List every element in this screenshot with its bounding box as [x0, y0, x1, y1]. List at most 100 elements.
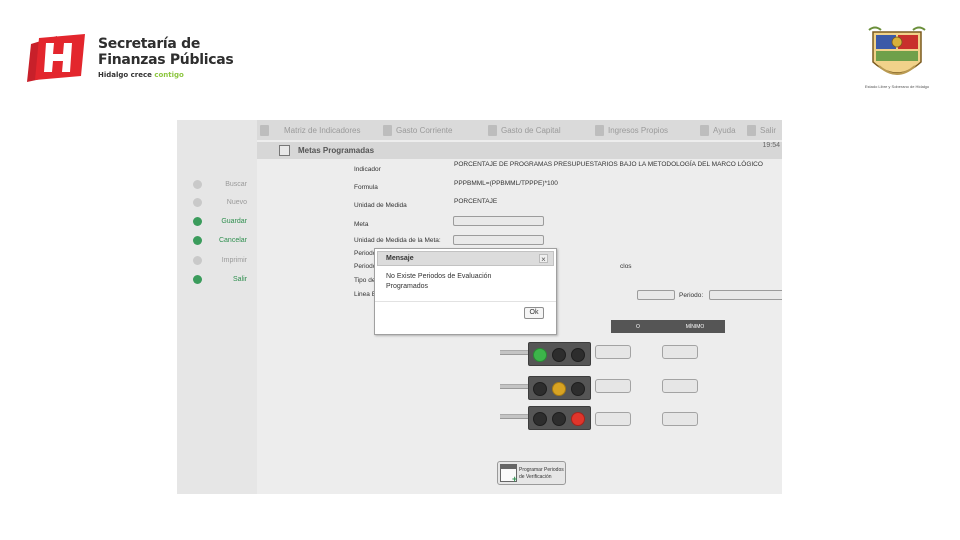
yellow-lamp-icon [552, 348, 566, 362]
column-minimo-label: MÍNIMO [685, 323, 705, 330]
sidebar-item-salir[interactable]: Salir [193, 273, 247, 285]
state-seal-icon [868, 26, 926, 75]
nav-label: Ingresos Propios [608, 125, 669, 135]
tagline-main: Hidalgo crece [98, 71, 155, 79]
tagline-accent: contigo [154, 71, 184, 79]
cancel-icon [193, 235, 202, 245]
red-max-input[interactable] [595, 412, 631, 426]
nav-label: Salir [760, 125, 777, 135]
unidad-meta-input[interactable] [453, 235, 544, 245]
exit-icon [193, 274, 202, 284]
section-title: Metas Programadas [298, 146, 375, 155]
linea-base-input[interactable] [637, 290, 675, 300]
save-icon [193, 216, 202, 226]
meta-label: Meta [354, 221, 369, 228]
red-lamp-icon [571, 348, 585, 362]
green-max-input[interactable] [595, 345, 631, 359]
green-lamp-icon [533, 412, 547, 426]
indicador-value: PORCENTAJE DE PROGRAMAS PRESUPUESTARIOS … [454, 161, 763, 168]
sidebar-item-label: Cancelar [218, 236, 247, 244]
ok-button[interactable]: Ok [524, 307, 544, 319]
monitor-icon [383, 124, 392, 136]
sidebar-item-buscar[interactable]: Buscar [193, 178, 247, 190]
nav-ingresos-propios[interactable]: Ingresos Propios [595, 123, 668, 137]
dialog-titlebar: Mensaje × [377, 251, 554, 266]
programar-periodos-button[interactable]: + Programar Periodos de Verificación [497, 461, 566, 485]
indicador-label: Indicador [354, 166, 381, 173]
nav-label: Matriz de Indicadores [284, 125, 361, 135]
traffic-light-pole [500, 414, 528, 419]
building-icon [488, 124, 497, 136]
brand-block: Secretaría de Finanzas Públicas Hidalgo … [98, 36, 234, 79]
yellow-lamp-icon [552, 412, 566, 426]
sidebar-item-label: Salir [232, 275, 247, 283]
green-lamp-icon [533, 348, 547, 362]
traffic-light-pole [500, 350, 528, 355]
finanzas-logo-icon [27, 34, 85, 82]
add-icon: + [512, 474, 518, 484]
sidebar: Buscar Nuevo Guardar Cancelar Imprimir S… [177, 120, 257, 494]
brand-title-line1: Secretaría de [98, 36, 201, 52]
seal-caption: Estado Libre y Soberano de Hidalgo [864, 84, 930, 89]
dialog-title: Mensaje [386, 255, 414, 262]
nav-gasto-corriente[interactable]: Gasto Corriente [383, 123, 452, 137]
programar-line1: Programar Periodos [519, 467, 564, 473]
brand-tagline: Hidalgo crece contigo [98, 71, 233, 79]
brand-title-line2: Finanzas Públicas [98, 52, 234, 68]
traffic-light-pole [500, 384, 528, 389]
sidebar-item-label: Guardar [221, 217, 247, 225]
periodo-label: Periodo: [679, 292, 704, 299]
dialog-divider [375, 301, 556, 302]
nav-gasto-capital[interactable]: Gasto de Capital [488, 123, 561, 137]
clock: 19:54 [762, 142, 780, 149]
traffic-light-red [500, 406, 592, 430]
meta-input[interactable] [453, 216, 544, 226]
sidebar-item-label: Imprimir [221, 256, 247, 264]
unidad-medida-label: Unidad de Medida [354, 202, 407, 209]
nav-label: Ayuda [713, 125, 736, 135]
sidebar-item-label: Nuevo [226, 198, 247, 206]
money-icon [595, 124, 604, 136]
goals-icon [279, 145, 290, 156]
nav-label: Gasto de Capital [501, 125, 561, 135]
red-lamp-icon [571, 382, 585, 396]
help-icon [700, 124, 709, 136]
yellow-max-input[interactable] [595, 379, 631, 393]
new-document-icon [193, 197, 202, 207]
column-minimo-header: MÍNIMO [665, 320, 725, 333]
traffic-light-yellow [500, 376, 592, 400]
nav-matriz-indicadores[interactable]: Matriz de Indicadores [260, 123, 360, 137]
column-maximo-header: O [611, 320, 665, 333]
unidad-medida-value: PORCENTAJE [454, 198, 498, 205]
nav-salir[interactable]: Salir [747, 123, 776, 137]
yellow-min-input[interactable] [662, 379, 698, 393]
top-navigation: Matriz de Indicadores Gasto Corriente Ga… [257, 120, 782, 140]
red-lamp-icon [571, 412, 585, 426]
formula-value: PPPBMML=(PPBMML/TPPPE)*100 [454, 180, 558, 187]
formula-label: Formula [354, 184, 378, 191]
traffic-light-housing [528, 376, 591, 400]
section-header: Metas Programadas 19:54 [257, 142, 782, 159]
sidebar-item-guardar[interactable]: Guardar [193, 215, 247, 227]
home-icon [260, 124, 269, 136]
dialog-message-line1: No Existe Periodos de Evaluación [386, 273, 492, 280]
close-icon[interactable]: × [539, 254, 548, 264]
search-icon [193, 179, 202, 189]
nav-label: Gasto Corriente [396, 125, 453, 135]
sidebar-item-imprimir[interactable]: Imprimir [193, 254, 247, 266]
partial-text: clos [620, 263, 632, 270]
sidebar-item-cancelar[interactable]: Cancelar [193, 234, 247, 246]
red-min-input[interactable] [662, 412, 698, 426]
dialog-message-line2: Programados [386, 283, 429, 290]
message-dialog: Mensaje × No Existe Periodos de Evaluaci… [374, 248, 557, 335]
dialog-message: No Existe Periodos de Evaluación Program… [386, 272, 491, 292]
yellow-lamp-icon [552, 382, 566, 396]
programar-line2: de Verificación [519, 474, 552, 480]
green-min-input[interactable] [662, 345, 698, 359]
traffic-light-housing [528, 342, 591, 366]
periodo-input[interactable] [709, 290, 782, 300]
sidebar-item-nuevo[interactable]: Nuevo [193, 196, 247, 208]
nav-ayuda[interactable]: Ayuda [700, 123, 736, 137]
print-icon [193, 255, 202, 265]
unidad-meta-label: Unidad de Medida de la Meta: [354, 237, 441, 244]
